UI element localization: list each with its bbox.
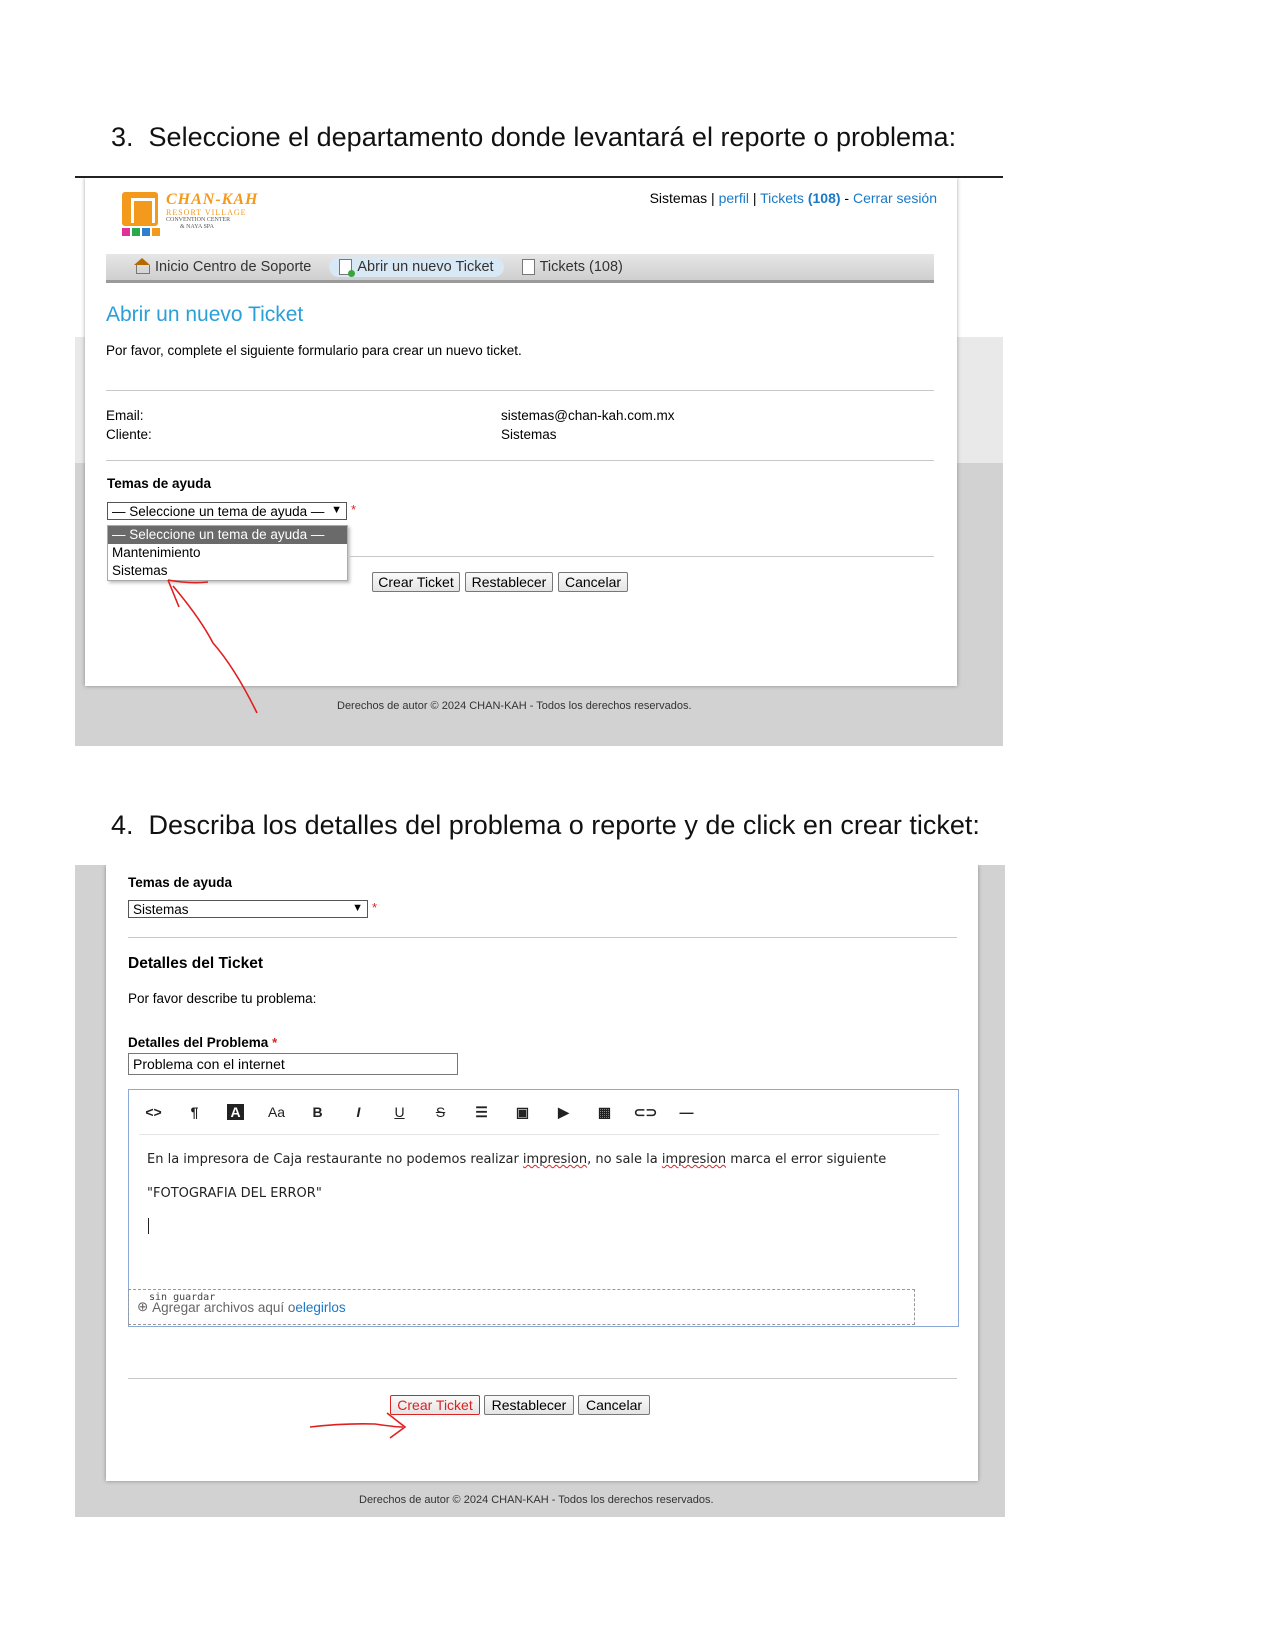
- screenshot-ticket-details: Temas de ayuda Sistemas ▼ * Detalles del…: [75, 865, 1005, 1517]
- step-4-number: 4.: [111, 810, 134, 840]
- red-arrow-annotation: [309, 1412, 407, 1439]
- step-3-heading: 3. Seleccione el departamento donde leva…: [111, 122, 956, 153]
- screenshot-select-topic: CHAN-KAH RESORT VILLAGE CONVENTION CENTE…: [75, 176, 1003, 746]
- red-arrow-annotation: [167, 579, 258, 714]
- step-3-number: 3.: [111, 122, 134, 152]
- step-4-text: Describa los detalles del problema o rep…: [148, 810, 980, 840]
- step-3-text: Seleccione el departamento donde levanta…: [148, 122, 957, 152]
- step-4-heading: 4. Describa los detalles del problema o …: [111, 810, 980, 841]
